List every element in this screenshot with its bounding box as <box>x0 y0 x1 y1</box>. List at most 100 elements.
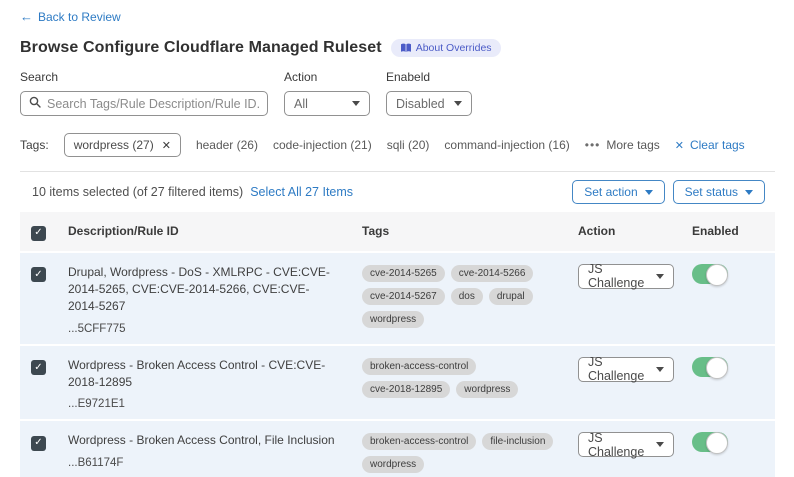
enabled-cell <box>692 264 775 289</box>
page: ← Back to Review Browse Configure Cloudf… <box>0 0 794 477</box>
column-action: Action <box>578 224 692 238</box>
rule-tags: broken-access-control file-inclusion wordp… <box>362 433 578 473</box>
tag-option[interactable]: command-injection (16) <box>444 138 569 152</box>
chevron-down-icon <box>454 101 462 106</box>
back-to-review-link[interactable]: ← Back to Review <box>20 10 121 24</box>
search-filter: Search <box>20 70 268 116</box>
rule-description-cell: Drupal, Wordpress - DoS - XMLRPC - CVE:C… <box>68 264 362 335</box>
rule-tag: cve-2014-5267 <box>362 288 445 305</box>
page-title: Browse Configure Cloudflare Managed Rule… <box>20 39 382 57</box>
select-all-checkbox[interactable] <box>31 226 46 241</box>
more-tags-button[interactable]: ••• More tags <box>585 138 660 152</box>
action-cell: JS Challenge <box>578 357 692 382</box>
clear-tags-label: Clear tags <box>690 138 745 152</box>
search-input[interactable] <box>47 97 259 111</box>
action-filter-select[interactable]: All <box>284 91 370 116</box>
chevron-down-icon <box>645 190 653 195</box>
enabled-filter: Enabeld Disabled <box>386 70 472 116</box>
back-link-label: Back to Review <box>38 10 121 24</box>
rule-tags: cve-2014-5265cve-2014-5266cve-2014-5267d… <box>362 265 578 328</box>
selected-tag-chip[interactable]: wordpress (27) ✕ <box>64 133 181 157</box>
back-arrow-icon: ← <box>20 10 33 23</box>
rule-id: ...B61174F <box>68 457 336 469</box>
rule-description: Drupal, Wordpress - DoS - XMLRPC - CVE:C… <box>68 264 336 316</box>
table-row: Drupal, Wordpress - DoS - XMLRPC - CVE:C… <box>20 253 775 344</box>
more-tags-label: More tags <box>606 138 659 152</box>
chevron-down-icon <box>656 442 664 447</box>
rule-tag: wordpress <box>456 381 518 398</box>
bulk-buttons: Set action Set status <box>572 180 765 204</box>
clear-tags-icon: ✕ <box>675 139 684 152</box>
enabled-cell <box>692 432 775 457</box>
set-action-button[interactable]: Set action <box>572 180 664 204</box>
rule-description: Wordpress - Broken Access Control, File … <box>68 432 336 449</box>
filters: Search Action All Enabeld Disabled <box>20 70 775 116</box>
table-body: Drupal, Wordpress - DoS - XMLRPC - CVE:C… <box>20 253 775 477</box>
enabled-filter-value: Disabled <box>396 97 445 111</box>
tag-option[interactable]: header (26) <box>196 138 258 152</box>
set-status-button[interactable]: Set status <box>673 180 765 204</box>
clear-tags-button[interactable]: ✕ Clear tags <box>675 138 745 152</box>
enabled-toggle[interactable] <box>692 432 728 452</box>
action-select[interactable]: JS Challenge <box>578 264 674 289</box>
rule-description-cell: Wordpress - Broken Access Control, File … <box>68 432 362 468</box>
set-status-label: Set status <box>685 185 738 199</box>
row-checkbox[interactable] <box>31 436 46 451</box>
row-checkbox[interactable] <box>31 267 46 282</box>
rule-tag: wordpress <box>362 311 424 328</box>
table-row: Wordpress - Broken Access Control, File … <box>20 421 775 477</box>
selection-summary: 10 items selected (of 27 filtered items) <box>32 185 243 199</box>
tags-label: Tags: <box>20 138 49 152</box>
row-checkbox[interactable] <box>31 360 46 375</box>
action-cell: JS Challenge <box>578 432 692 457</box>
enabled-toggle[interactable] <box>692 264 728 284</box>
remove-tag-icon[interactable]: ✕ <box>162 139 171 152</box>
action-select-value: JS Challenge <box>588 355 648 383</box>
action-filter-label: Action <box>284 70 370 84</box>
row-checkbox-cell <box>20 264 68 283</box>
action-select[interactable]: JS Challenge <box>578 432 674 457</box>
rule-tag: dos <box>451 288 483 305</box>
action-filter-value: All <box>294 97 308 111</box>
rule-tag: broken-access-control <box>362 433 476 450</box>
rule-tag: cve-2018-12895 <box>362 381 450 398</box>
rule-id: ...E9721E1 <box>68 398 336 410</box>
action-select[interactable]: JS Challenge <box>578 357 674 382</box>
chevron-down-icon <box>352 101 360 106</box>
action-filter: Action All <box>284 70 370 116</box>
chevron-down-icon <box>656 367 664 372</box>
selection-bar: 10 items selected (of 27 filtered items)… <box>20 171 775 212</box>
rule-description: Wordpress - Broken Access Control - CVE:… <box>68 357 336 392</box>
enabled-filter-select[interactable]: Disabled <box>386 91 472 116</box>
row-checkbox-cell <box>20 357 68 376</box>
other-tags: header (26) code-injection (21) sqli (20) c… <box>196 138 570 152</box>
action-cell: JS Challenge <box>578 264 692 289</box>
tag-option[interactable]: sqli (20) <box>387 138 430 152</box>
rule-tag: broken-access-control <box>362 358 476 375</box>
tags-bar: Tags: wordpress (27) ✕ header (26) code-i… <box>20 133 775 157</box>
rule-tag: drupal <box>489 288 533 305</box>
column-enabled: Enabled <box>692 224 775 238</box>
column-tags: Tags <box>362 224 578 238</box>
column-description: Description/Rule ID <box>68 224 362 238</box>
more-dots-icon: ••• <box>585 138 601 152</box>
rule-description-cell: Wordpress - Broken Access Control - CVE:… <box>68 357 362 411</box>
title-row: Browse Configure Cloudflare Managed Rule… <box>20 39 775 57</box>
table-row: Wordpress - Broken Access Control - CVE:… <box>20 346 775 420</box>
enabled-filter-label: Enabeld <box>386 70 472 84</box>
about-overrides-badge[interactable]: About Overrides <box>391 39 501 57</box>
enabled-toggle[interactable] <box>692 357 728 377</box>
select-all-link[interactable]: Select All 27 Items <box>250 185 353 199</box>
rule-id: ...5CFF775 <box>68 323 336 335</box>
action-select-value: JS Challenge <box>588 262 648 290</box>
tag-option[interactable]: code-injection (21) <box>273 138 372 152</box>
row-checkbox-cell <box>20 432 68 451</box>
chevron-down-icon <box>745 190 753 195</box>
rule-tag: cve-2014-5266 <box>451 265 534 282</box>
action-select-value: JS Challenge <box>588 431 648 459</box>
rule-tag: wordpress <box>362 456 424 473</box>
selected-tag-label: wordpress (27) <box>74 138 154 152</box>
table-header: Description/Rule ID Tags Action Enabled <box>20 212 775 251</box>
rule-tag: file-inclusion <box>482 433 553 450</box>
rule-tags: broken-access-control cve-2018-12895 wordp… <box>362 358 578 398</box>
